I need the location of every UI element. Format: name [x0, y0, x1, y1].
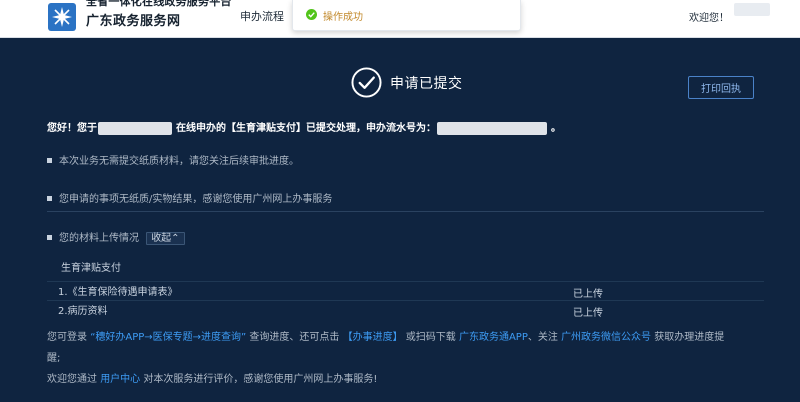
- material-upload-status: 您的材料上传情况 收起⌃: [47, 229, 185, 245]
- note-text: 您可登录: [47, 332, 87, 343]
- success-check-icon: [306, 9, 317, 20]
- bullet-square-icon: [47, 195, 52, 201]
- summary-prefix: 您好！您于: [47, 123, 97, 134]
- note-text: 欢迎您通过: [47, 374, 97, 385]
- note-text: 、关注: [527, 332, 558, 343]
- notice-text: 本次业务无需提交纸质材料，请您关注后续审批进度。: [59, 156, 299, 167]
- wechat-account-link[interactable]: 广州政务微信公众号: [561, 332, 651, 343]
- status-title: 申请已提交: [390, 76, 463, 92]
- toast-message: 操作成功: [323, 12, 363, 23]
- evaluation-note: 欢迎您通过 用户中心 对本次服务进行评价，感谢您使用广州网上办事服务!: [47, 370, 377, 385]
- section-divider: [47, 211, 764, 212]
- note-text: 查询进度、还可点击: [249, 332, 340, 343]
- application-summary: 您好！您于 在线申办的【生育津贴支付】已提交处理，申办流水号为： 。: [47, 119, 561, 135]
- material-name: 2.病历资料: [58, 306, 108, 317]
- nav-item-process[interactable]: 申办流程: [240, 8, 284, 24]
- bullet-square-icon: [47, 157, 52, 163]
- success-toast: 操作成功: [292, 0, 521, 31]
- circle-check-icon: [351, 67, 382, 98]
- note-text: 对本次服务进行评价，感谢您使用广州网上办事服务!: [143, 374, 378, 385]
- brand-name[interactable]: 广东政务服务网: [86, 10, 181, 29]
- bullet-square-icon: [47, 234, 52, 240]
- progress-query-note: 您可登录 “穗好办APP→医保专题→进度查询” 查询进度、还可点击 【办事进度】…: [47, 328, 724, 343]
- material-upload-label: 您的材料上传情况: [59, 233, 139, 244]
- material-row: 1.《生育保险待遇申请表》 已上传: [47, 281, 764, 300]
- progress-query-note-cont: 醒;: [47, 353, 61, 364]
- summary-suffix: 。: [551, 123, 561, 134]
- user-center-link[interactable]: 用户中心: [100, 374, 140, 385]
- redacted-serial-number: [437, 121, 547, 135]
- welcome-text: 欢迎您！: [689, 13, 729, 24]
- notice-text: 您申请的事项无纸质/实物结果，感谢您使用广州网上办事服务: [59, 194, 333, 205]
- material-status: 已上传: [573, 289, 603, 300]
- material-row: 2.病历资料 已上传: [47, 300, 764, 319]
- material-status: 已上传: [573, 308, 603, 319]
- redacted-username: [734, 3, 770, 16]
- material-name: 1.《生育保险待遇申请表》: [58, 287, 178, 298]
- summary-middle: 在线申办的【生育津贴支付】已提交处理，申办流水号为：: [176, 123, 436, 134]
- gd-logo-icon[interactable]: [47, 2, 77, 32]
- print-receipt-button[interactable]: 打印回执: [688, 76, 754, 99]
- brand-top-text: 全省一体化在线政务服务平台: [86, 0, 232, 8]
- progress-link[interactable]: 【办事进度】: [343, 332, 403, 343]
- redacted-date: [98, 121, 172, 135]
- notice-no-physical-result: 您申请的事项无纸质/实物结果，感谢您使用广州网上办事服务: [47, 190, 332, 205]
- note-text: 获取办理进度提: [654, 332, 725, 343]
- notice-no-paper-material: 本次业务无需提交纸质材料，请您关注后续审批进度。: [47, 152, 299, 167]
- material-section-title: 生育津贴支付: [61, 263, 121, 274]
- collapse-button[interactable]: 收起⌃: [146, 231, 185, 245]
- suihaoban-app-link[interactable]: “穗好办APP→医保专题→进度查询”: [90, 332, 246, 343]
- note-text: 或扫码下载: [405, 332, 456, 343]
- gd-app-link[interactable]: 广东政务通APP: [459, 332, 528, 343]
